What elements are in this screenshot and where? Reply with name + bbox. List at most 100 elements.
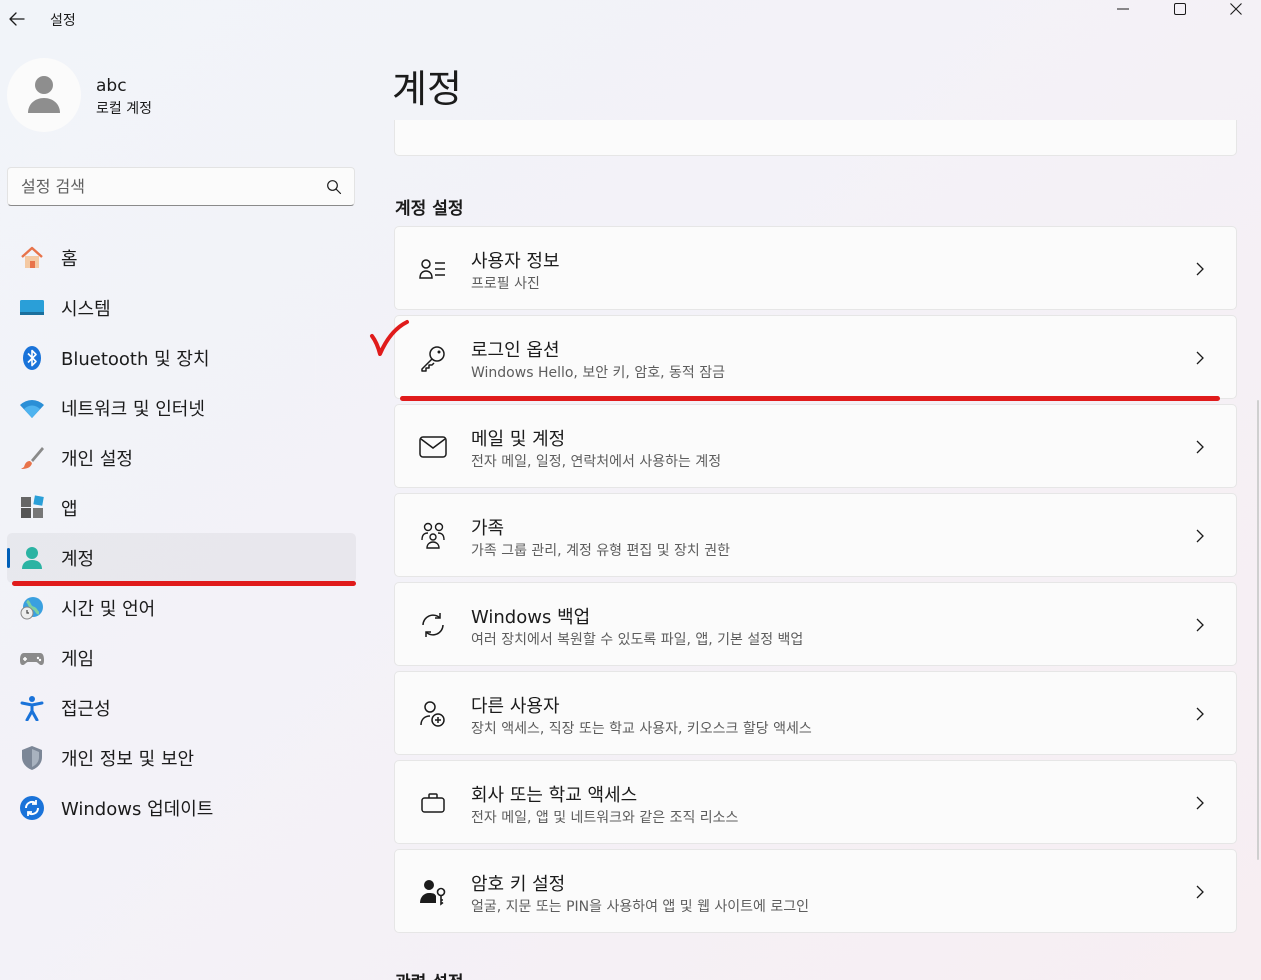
chevron-right-icon bbox=[1196, 262, 1204, 276]
chevron-right-icon bbox=[1196, 351, 1204, 365]
sidebar-item-privacy[interactable]: 개인 정보 및 보안 bbox=[7, 733, 356, 783]
setting-subtitle: 장치 액세스, 직장 또는 학교 사용자, 키오스크 할당 액세스 bbox=[471, 721, 812, 737]
sidebar-item-gaming[interactable]: 게임 bbox=[7, 633, 356, 683]
home-icon bbox=[19, 245, 45, 271]
annotation-underline-sign-in-options bbox=[400, 396, 1220, 401]
brush-icon bbox=[19, 445, 45, 471]
sidebar-item-label: 네트워크 및 인터넷 bbox=[61, 399, 205, 420]
setting-subtitle: Windows Hello, 보안 키, 암호, 동적 잠금 bbox=[471, 365, 725, 381]
page-title: 계정 bbox=[392, 67, 462, 111]
setting-subtitle: 프로필 사진 bbox=[471, 276, 540, 292]
setting-title: 가족 bbox=[471, 518, 505, 539]
update-icon bbox=[19, 795, 45, 821]
setting-title: 다른 사용자 bbox=[471, 696, 560, 717]
setting-subtitle: 전자 메일, 앱 및 네트워크와 같은 조직 리소스 bbox=[471, 810, 739, 826]
chevron-right-icon bbox=[1196, 618, 1204, 632]
maximize-icon bbox=[1174, 3, 1186, 15]
sidebar-item-label: 앱 bbox=[61, 499, 78, 520]
chevron-right-icon bbox=[1196, 885, 1204, 899]
setting-subtitle: 전자 메일, 일정, 연락처에서 사용하는 계정 bbox=[471, 454, 722, 470]
search-icon[interactable] bbox=[326, 179, 342, 195]
sidebar-item-label: 홈 bbox=[61, 249, 78, 270]
maximize-button[interactable] bbox=[1157, 0, 1203, 18]
briefcase-icon bbox=[419, 789, 447, 817]
sidebar-item-network[interactable]: 네트워크 및 인터넷 bbox=[7, 383, 356, 433]
setting-subtitle: 가족 그룹 관리, 계정 유형 편집 및 장치 권한 bbox=[471, 543, 731, 559]
setting-title: 로그인 옵션 bbox=[471, 340, 560, 361]
sidebar-item-time-language[interactable]: 시간 및 언어 bbox=[7, 583, 356, 633]
sidebar-item-label: 게임 bbox=[61, 649, 95, 670]
sidebar-nav: 홈 시스템 Bluetooth 및 장치 네트워크 및 인터넷 개인 설정 앱 bbox=[7, 233, 356, 833]
user-info-icon bbox=[419, 255, 447, 283]
bluetooth-icon bbox=[19, 345, 45, 371]
sidebar-item-label: 시스템 bbox=[61, 299, 111, 320]
search-input[interactable] bbox=[8, 168, 318, 205]
key-icon bbox=[419, 344, 447, 372]
sidebar-item-label: 접근성 bbox=[61, 699, 111, 720]
back-button[interactable] bbox=[4, 6, 30, 32]
wifi-icon bbox=[19, 395, 45, 421]
time-language-icon bbox=[19, 595, 45, 621]
app-title: 설정 bbox=[50, 13, 76, 29]
setting-title: 암호 키 설정 bbox=[471, 874, 566, 895]
sidebar-item-system[interactable]: 시스템 bbox=[7, 283, 356, 333]
setting-windows-backup[interactable]: Windows 백업 여러 장치에서 복원할 수 있도록 파일, 앱, 기본 설… bbox=[394, 582, 1237, 666]
annotation-checkmark-icon bbox=[370, 320, 409, 356]
minimize-icon bbox=[1117, 8, 1129, 10]
account-summary-card bbox=[394, 120, 1237, 156]
account-icon bbox=[19, 545, 45, 571]
sidebar-item-label: Windows 업데이트 bbox=[61, 799, 214, 820]
passkey-icon bbox=[419, 878, 447, 906]
family-icon bbox=[419, 522, 447, 550]
add-user-icon bbox=[419, 700, 447, 728]
sidebar-item-label: 개인 설정 bbox=[61, 449, 133, 470]
shield-icon bbox=[19, 745, 45, 771]
setting-passkey-settings[interactable]: 암호 키 설정 얼굴, 지문 또는 PIN을 사용하여 앱 및 웹 사이트에 로… bbox=[394, 849, 1237, 933]
chevron-right-icon bbox=[1196, 440, 1204, 454]
sidebar-item-label: 시간 및 언어 bbox=[61, 599, 156, 620]
arrow-left-icon bbox=[9, 12, 25, 26]
profile-name: abc bbox=[96, 76, 127, 96]
related-settings-title: 관련 설정 bbox=[395, 968, 463, 980]
setting-other-users[interactable]: 다른 사용자 장치 액세스, 직장 또는 학교 사용자, 키오스크 할당 액세스 bbox=[394, 671, 1237, 755]
chevron-right-icon bbox=[1196, 796, 1204, 810]
setting-title: Windows 백업 bbox=[471, 607, 591, 628]
setting-your-info[interactable]: 사용자 정보 프로필 사진 bbox=[394, 226, 1237, 310]
sidebar-item-personalization[interactable]: 개인 설정 bbox=[7, 433, 356, 483]
setting-email-accounts[interactable]: 메일 및 계정 전자 메일, 일정, 연락처에서 사용하는 계정 bbox=[394, 404, 1237, 488]
backup-icon bbox=[419, 611, 447, 639]
setting-sign-in-options[interactable]: 로그인 옵션 Windows Hello, 보안 키, 암호, 동적 잠금 bbox=[394, 315, 1237, 399]
scrollbar[interactable] bbox=[1257, 400, 1259, 860]
gamepad-icon bbox=[19, 645, 45, 671]
chevron-right-icon bbox=[1196, 707, 1204, 721]
person-silhouette-icon bbox=[28, 76, 60, 113]
setting-family[interactable]: 가족 가족 그룹 관리, 계정 유형 편집 및 장치 권한 bbox=[394, 493, 1237, 577]
setting-subtitle: 얼굴, 지문 또는 PIN을 사용하여 앱 및 웹 사이트에 로그인 bbox=[471, 899, 810, 915]
sidebar-item-label: Bluetooth 및 장치 bbox=[61, 349, 210, 370]
avatar bbox=[7, 58, 81, 132]
setting-title: 메일 및 계정 bbox=[471, 429, 566, 450]
setting-title: 회사 또는 학교 액세스 bbox=[471, 785, 638, 806]
mail-icon bbox=[419, 433, 447, 461]
sidebar-item-apps[interactable]: 앱 bbox=[7, 483, 356, 533]
sidebar-item-label: 계정 bbox=[61, 549, 95, 570]
sidebar-item-accounts[interactable]: 계정 bbox=[7, 533, 356, 583]
accessibility-icon bbox=[19, 695, 45, 721]
system-icon bbox=[19, 295, 45, 321]
section-title: 계정 설정 bbox=[395, 199, 464, 219]
sidebar-item-windows-update[interactable]: Windows 업데이트 bbox=[7, 783, 356, 833]
sidebar-item-label: 개인 정보 및 보안 bbox=[61, 749, 195, 770]
sidebar-item-home[interactable]: 홈 bbox=[7, 233, 356, 283]
close-icon bbox=[1230, 3, 1242, 15]
close-button[interactable] bbox=[1213, 0, 1259, 18]
setting-subtitle: 여러 장치에서 복원할 수 있도록 파일, 앱, 기본 설정 백업 bbox=[471, 632, 804, 648]
profile-account-type: 로컬 계정 bbox=[96, 101, 152, 117]
apps-icon bbox=[19, 495, 45, 521]
sidebar-item-bluetooth[interactable]: Bluetooth 및 장치 bbox=[7, 333, 356, 383]
setting-work-school-access[interactable]: 회사 또는 학교 액세스 전자 메일, 앱 및 네트워크와 같은 조직 리소스 bbox=[394, 760, 1237, 844]
account-settings-list: 사용자 정보 프로필 사진 로그인 옵션 Windows Hello, 보안 키… bbox=[394, 226, 1237, 938]
settings-search bbox=[7, 167, 355, 206]
annotation-underline-accounts bbox=[12, 581, 356, 586]
minimize-button[interactable] bbox=[1100, 0, 1146, 18]
sidebar-item-accessibility[interactable]: 접근성 bbox=[7, 683, 356, 733]
